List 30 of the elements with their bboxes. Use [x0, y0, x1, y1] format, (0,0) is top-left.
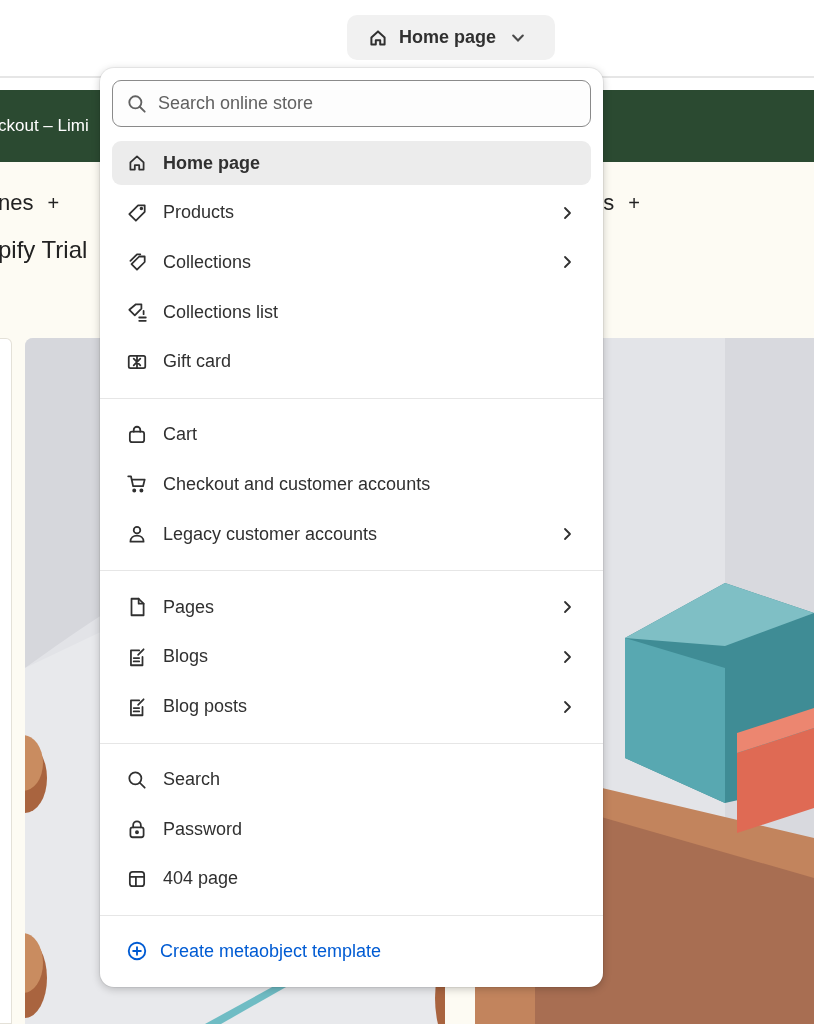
search-icon	[126, 768, 148, 791]
search-icon	[126, 92, 148, 115]
menu-item[interactable]: Checkout and customer accounts	[112, 462, 591, 507]
menu-item[interactable]: Cart	[112, 412, 591, 457]
menu-item[interactable]: Pages	[112, 585, 591, 630]
store-title: pify Trial	[0, 236, 88, 264]
menu-item[interactable]: Legacy customer accounts	[112, 512, 591, 557]
menu-item[interactable]: Collections	[112, 240, 591, 285]
menu-item[interactable]: Gift card	[112, 339, 591, 384]
tag-icon	[126, 201, 148, 224]
menu-item[interactable]: Blog posts	[112, 684, 591, 729]
plus-sign: +	[47, 191, 60, 215]
menu-item[interactable]: Password	[112, 807, 591, 852]
tag-list-icon	[126, 301, 148, 324]
chevron-down-icon	[512, 33, 525, 42]
cart-icon	[126, 473, 148, 496]
nav-link[interactable]: nes	[0, 190, 34, 216]
menu-item[interactable]: Collections list	[112, 290, 591, 335]
menu-item[interactable]: 404 page	[112, 856, 591, 901]
menu-item[interactable]: Blogs	[112, 634, 591, 679]
menu-item[interactable]: Products	[112, 190, 591, 235]
bag-icon	[126, 423, 148, 446]
menu-item[interactable]: Home page	[112, 141, 591, 185]
plus-sign: +	[628, 191, 640, 215]
page-selector[interactable]: Home page	[347, 15, 555, 60]
nav-link[interactable]: s	[603, 190, 615, 216]
menu-item[interactable]: Search	[112, 757, 591, 802]
create-template-link[interactable]: Create metaobject template	[112, 915, 591, 987]
search-field[interactable]: Search online store	[112, 80, 591, 127]
plus-circle-icon	[126, 940, 148, 963]
